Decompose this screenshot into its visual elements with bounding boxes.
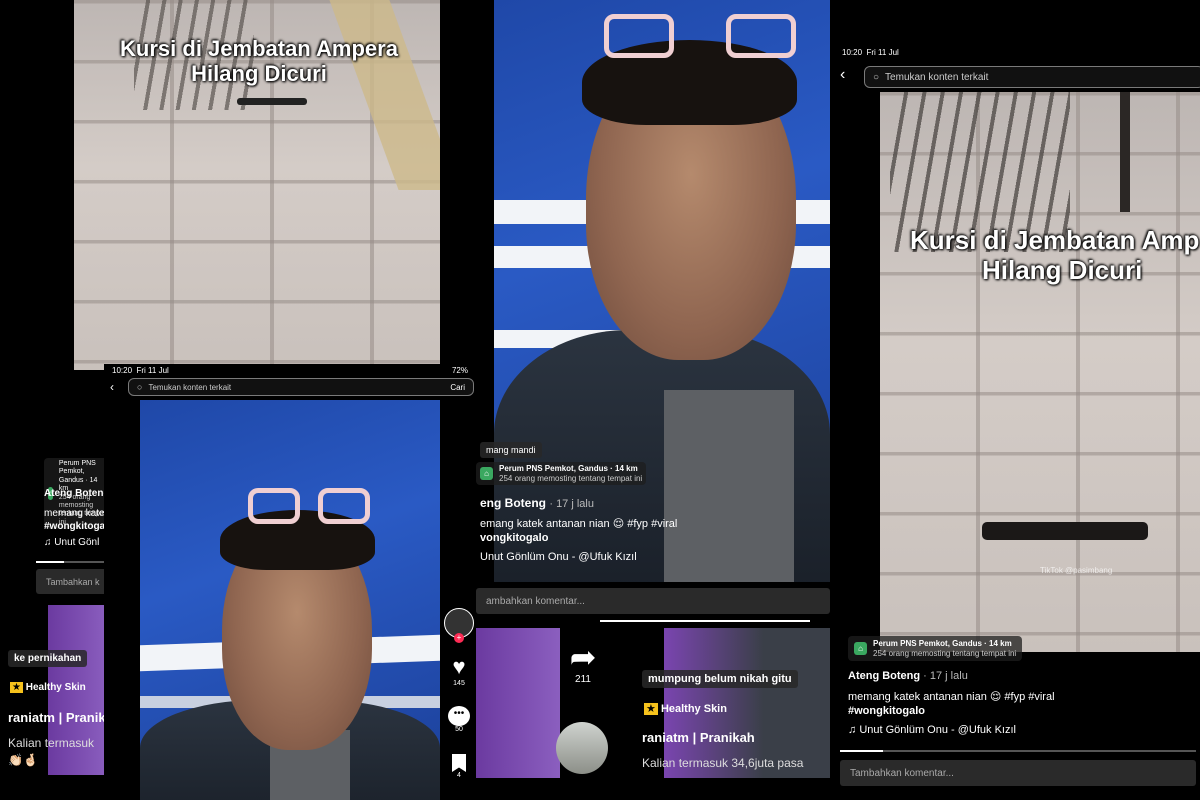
middle-info: mang mandi ⌂ Perum PNS Pemkot, Gandus · … bbox=[476, 440, 836, 600]
sunglasses bbox=[248, 488, 300, 524]
product-link[interactable]: ★ Healthy Skin bbox=[10, 682, 86, 693]
watermark: TikTok @pasimbang bbox=[1040, 566, 1113, 575]
tablet-screenshot-right: 10:20 Fri 11 Jul ‹ ○ Temukan konten terk… bbox=[832, 44, 1200, 800]
tactile-strip bbox=[329, 0, 440, 190]
caption-line-2: Hilang Dicuri bbox=[982, 254, 1143, 285]
next-text: Kalian termasuk 34,6juta pasa bbox=[642, 756, 804, 770]
next-account[interactable]: raniatm | Pranikah bbox=[642, 730, 755, 745]
bench-post bbox=[1120, 92, 1130, 212]
music-title: Unut Gönlüm Onu - @Ufuk Kızıl bbox=[859, 724, 1016, 736]
location-badge[interactable]: ⌂ Perum PNS Pemkot, Gandus · 14 km 254 o… bbox=[848, 636, 1023, 662]
time-ago: · 17 j lalu bbox=[923, 670, 968, 682]
hashtag[interactable]: #wongkitogalo bbox=[848, 705, 925, 717]
hands-emoji: 👏🏻🤞🏻 bbox=[8, 753, 38, 767]
share-button[interactable]: ➦ 211 bbox=[560, 640, 606, 685]
back-chevron-icon[interactable]: ‹ bbox=[840, 66, 845, 84]
caption-line-2: Hilang Dicuri bbox=[191, 61, 327, 87]
caption-text: memang katek antanan nian 😌 #fyp #viral bbox=[848, 691, 1055, 703]
next-video-preview[interactable] bbox=[476, 628, 560, 778]
caption-line-1: Kursi di Jembatan Ampera bbox=[120, 36, 398, 61]
product-link[interactable]: ★ Healthy Skin bbox=[644, 702, 727, 715]
back-chevron-icon[interactable]: ‹ bbox=[110, 380, 114, 394]
location-pin-icon: ⌂ bbox=[854, 642, 867, 656]
location-badge[interactable]: ⌂ Perum PNS Pemkot, Gandus · 14 km 254 o… bbox=[476, 462, 647, 486]
location-pin-icon: ⌂ bbox=[480, 467, 493, 481]
next-video-tag: mumpung belum nikah gitu bbox=[642, 670, 798, 688]
next-text: Kalian termasuk bbox=[8, 736, 95, 750]
caption-text: emang katek antanan nian 😌 #fyp #viral bbox=[480, 518, 678, 530]
search-button[interactable]: Cari bbox=[450, 383, 465, 392]
fallen-bench bbox=[982, 522, 1148, 540]
star-icon: ★ bbox=[644, 703, 658, 715]
like-button[interactable]: ♥ 145 bbox=[444, 654, 474, 687]
comment-bubble-icon: ••• bbox=[448, 706, 470, 726]
heart-icon: ♥ bbox=[452, 654, 466, 679]
video-panel-pavement-left[interactable]: Kursi di Jembatan Ampera Hilang Dicuri bbox=[74, 0, 440, 370]
music-line[interactable]: Unut Gönlüm Onu - @Ufuk Kızıl bbox=[480, 551, 637, 563]
sunglasses bbox=[604, 14, 674, 58]
search-bar[interactable]: ○ Temukan konten terkait Cari bbox=[128, 378, 474, 396]
next-video-tag: ke pernikahan bbox=[8, 650, 88, 667]
comment-input[interactable]: ambahkan komentar... bbox=[476, 588, 830, 614]
bookmark-icon bbox=[452, 754, 466, 772]
share-count: 211 bbox=[575, 674, 591, 685]
author-name[interactable]: Ateng Boteng bbox=[44, 488, 110, 499]
left-info-column: ⌂ Perum PNS Pemkot, Gandus · 14 km 254 o… bbox=[0, 450, 121, 800]
top-label: mang mandi bbox=[480, 442, 542, 458]
comment-input[interactable]: Tambahkan k bbox=[36, 569, 110, 594]
comment-count: 50 bbox=[455, 726, 463, 733]
music-line[interactable]: ♫ Unut Gönl bbox=[44, 537, 99, 548]
search-placeholder: Temukan konten terkait bbox=[885, 71, 989, 83]
music-title: Unut Gönl bbox=[54, 537, 100, 548]
progress-bar[interactable] bbox=[600, 620, 810, 622]
status-bar: 10:20 Fri 11 Jul 72% bbox=[112, 366, 468, 375]
caption-line-1: Kursi di Jembatan Amp bbox=[910, 225, 1200, 255]
time-ago: · 17 j lalu bbox=[549, 498, 594, 510]
music-note-icon: ♫ bbox=[44, 537, 52, 548]
author-name[interactable]: eng Boteng · 17 j lalu bbox=[480, 496, 594, 510]
progress-bar[interactable] bbox=[36, 561, 106, 563]
comment-button[interactable]: ••• 50 bbox=[444, 706, 474, 733]
caption-text: memang katek bbox=[44, 508, 110, 519]
like-count: 145 bbox=[453, 680, 465, 687]
save-button[interactable]: 4 bbox=[444, 754, 474, 779]
star-icon: ★ bbox=[10, 682, 23, 693]
share-arrow-icon: ➦ bbox=[569, 639, 597, 675]
music-note-icon: ♫ bbox=[848, 724, 857, 736]
video-caption: Kursi di Jembatan Amp Hilang Dicuri bbox=[910, 225, 1200, 286]
search-icon: ○ bbox=[137, 382, 143, 392]
save-count: 4 bbox=[457, 772, 461, 779]
fallen-bench bbox=[237, 98, 307, 105]
search-bar[interactable]: ○ Temukan konten terkait bbox=[864, 66, 1200, 88]
pavement-video[interactable]: Kursi di Jembatan Amp Hilang Dicuri TikT… bbox=[880, 92, 1200, 652]
music-line[interactable]: ♫ Unut Gönlüm Onu - @Ufuk Kızıl bbox=[848, 724, 1016, 736]
tablet-screenshot-left: 10:20 Fri 11 Jul 72% ‹ ○ Temukan konten … bbox=[104, 364, 476, 800]
author-name[interactable]: Ateng Boteng · 17 j lalu bbox=[848, 670, 968, 682]
progress-bar[interactable] bbox=[840, 750, 1196, 752]
selfie-video[interactable] bbox=[140, 400, 440, 800]
comment-input[interactable]: Tambahkan komentar... bbox=[840, 760, 1196, 786]
follow-plus-icon[interactable]: + bbox=[454, 633, 464, 643]
hashtag[interactable]: #wongkitoga bbox=[44, 521, 105, 532]
creator-avatar[interactable]: + bbox=[444, 608, 474, 643]
search-icon: ○ bbox=[873, 71, 880, 83]
video-caption: Kursi di Jembatan Ampera Hilang Dicuri bbox=[94, 36, 424, 87]
music-title: Unut Gönlüm Onu - @Ufuk Kızıl bbox=[480, 551, 637, 563]
search-placeholder: Temukan konten terkait bbox=[148, 382, 232, 392]
creator-avatar-2[interactable] bbox=[556, 722, 608, 774]
hashtag[interactable]: vongkitogalo bbox=[480, 532, 548, 544]
status-bar: 10:20 Fri 11 Jul bbox=[842, 48, 899, 57]
